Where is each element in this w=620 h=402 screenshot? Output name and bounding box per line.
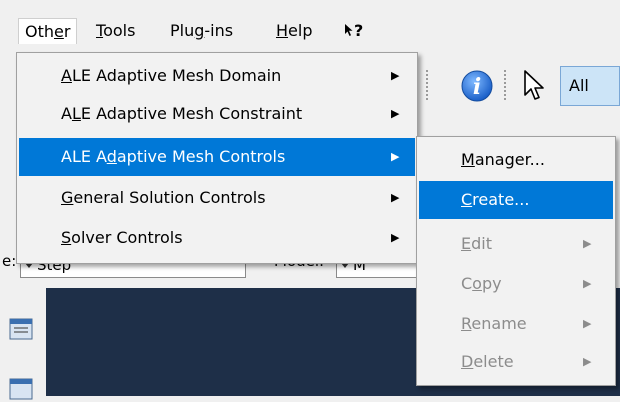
menu-item-label-pre: A bbox=[61, 104, 72, 123]
menu-bar: Other Tools Plug-ins Help ? bbox=[0, 0, 620, 52]
menu-plugins-label-post: -ins bbox=[204, 21, 234, 40]
submenu-item-label-post: py bbox=[481, 274, 502, 293]
menu-item-label-post: E Adaptive Mesh Constraint bbox=[80, 104, 303, 123]
menu-other-label-post: r bbox=[63, 22, 71, 41]
menu-item-solver-controls[interactable]: Solver Controls ▶ bbox=[19, 219, 415, 257]
submenu-item-label-pre: C bbox=[461, 274, 473, 293]
submenu-item-label-access: M bbox=[461, 150, 475, 169]
submenu-arrow-icon: ▶ bbox=[583, 237, 592, 250]
menu-item-label-access: A bbox=[61, 66, 72, 85]
submenu-arrow-icon: ▶ bbox=[583, 277, 592, 290]
submenu-item-label-post: anager... bbox=[474, 150, 545, 169]
menu-other-label-access: e bbox=[54, 22, 64, 41]
submenu-item-manager[interactable]: Manager... bbox=[419, 141, 613, 179]
submenu-item-edit[interactable]: Edit ▶ bbox=[419, 225, 613, 263]
menu-item-label-post: aptive Mesh Controls bbox=[116, 147, 286, 166]
module-tool-icon[interactable] bbox=[8, 376, 34, 402]
submenu-arrow-icon: ▶ bbox=[391, 69, 400, 82]
selection-filter-field[interactable]: All bbox=[560, 66, 620, 106]
submenu-item-label-post: reate... bbox=[472, 190, 530, 209]
other-menu: ALE Adaptive Mesh Domain ▶ ALE Adaptive … bbox=[16, 52, 418, 264]
submenu-item-label-post: ename bbox=[471, 314, 527, 333]
menu-item-label-access: L bbox=[71, 104, 81, 123]
submenu-item-delete[interactable]: Delete ▶ bbox=[419, 343, 613, 381]
submenu-item-label-access: C bbox=[461, 190, 473, 209]
submenu-item-label-post: dit bbox=[471, 234, 492, 253]
menu-plugins-label-access: g bbox=[194, 21, 205, 40]
menu-help-label-access: H bbox=[276, 21, 289, 40]
menu-item-general-solution-controls[interactable]: General Solution Controls ▶ bbox=[19, 179, 415, 217]
menu-item-label-access: d bbox=[106, 147, 117, 166]
whats-this-button[interactable]: ? bbox=[340, 18, 367, 44]
submenu-item-create[interactable]: Create... bbox=[419, 181, 613, 219]
menu-item-ale-adaptive-mesh-controls[interactable]: ALE Adaptive Mesh Controls ▶ bbox=[19, 138, 415, 176]
svg-text:i: i bbox=[473, 74, 481, 100]
toolbar-separator bbox=[504, 70, 508, 100]
menu-other-label-pre: Oth bbox=[25, 22, 55, 41]
submenu-item-label-access: E bbox=[461, 234, 472, 253]
menu-item-label-pre: ALE A bbox=[61, 147, 107, 166]
submenu-arrow-icon: ▶ bbox=[391, 191, 400, 204]
menu-tools-label-post: ools bbox=[103, 21, 136, 40]
submenu-arrow-icon: ▶ bbox=[391, 150, 400, 163]
submenu-item-label-access: D bbox=[461, 352, 474, 371]
menu-help[interactable]: Help bbox=[270, 18, 318, 44]
submenu-item-label-access: o bbox=[472, 274, 482, 293]
submenu-item-rename[interactable]: Rename ▶ bbox=[419, 305, 613, 343]
submenu-item-copy[interactable]: Copy ▶ bbox=[419, 265, 613, 303]
submenu-item-label-access: R bbox=[461, 314, 472, 333]
select-cursor-icon[interactable] bbox=[520, 68, 548, 104]
whats-this-label: ? bbox=[354, 21, 364, 40]
menu-item-ale-adaptive-mesh-constraint[interactable]: ALE Adaptive Mesh Constraint ▶ bbox=[19, 95, 415, 133]
controls-submenu: Manager... Create... Edit ▶ Copy ▶ Renam… bbox=[416, 136, 616, 386]
menu-item-ale-adaptive-mesh-domain[interactable]: ALE Adaptive Mesh Domain ▶ bbox=[19, 57, 415, 95]
submenu-arrow-icon: ▶ bbox=[391, 231, 400, 244]
toolbar-separator bbox=[426, 70, 430, 100]
step-label: e: bbox=[2, 252, 17, 270]
menu-tools-label-access: T bbox=[96, 21, 104, 40]
menu-item-label-access: G bbox=[61, 188, 74, 207]
menu-item-label-post: olver Controls bbox=[71, 228, 183, 247]
submenu-arrow-icon: ▶ bbox=[583, 317, 592, 330]
module-tool-icon[interactable] bbox=[8, 316, 34, 342]
submenu-arrow-icon: ▶ bbox=[391, 107, 400, 120]
menu-tools[interactable]: Tools bbox=[90, 18, 141, 44]
menu-item-label-access: S bbox=[61, 228, 72, 247]
menu-help-label-post: elp bbox=[288, 21, 313, 40]
menu-item-label-post: LE Adaptive Mesh Domain bbox=[71, 66, 282, 85]
submenu-item-label-post: elete bbox=[473, 352, 514, 371]
menu-other[interactable]: Other bbox=[18, 18, 78, 44]
arrow-pointer-icon bbox=[345, 24, 353, 36]
info-icon[interactable]: i bbox=[460, 69, 494, 103]
menu-plugins-label-pre: Plu bbox=[170, 21, 195, 40]
submenu-arrow-icon: ▶ bbox=[583, 355, 592, 368]
menu-plugins[interactable]: Plug-ins bbox=[164, 18, 239, 44]
menu-item-label-post: eneral Solution Controls bbox=[73, 188, 266, 207]
